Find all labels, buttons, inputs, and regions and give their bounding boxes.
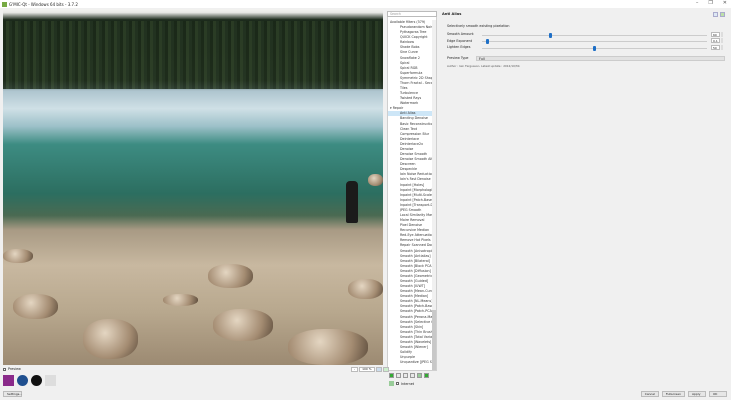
preview-checkbox[interactable] bbox=[3, 367, 6, 371]
app-icon bbox=[2, 1, 7, 7]
param-row: Smooth Amount 60 bbox=[447, 31, 723, 38]
filter-search-input[interactable]: Search bbox=[387, 11, 437, 17]
param-value-input[interactable]: 0.1 bbox=[711, 38, 720, 44]
rock bbox=[3, 249, 33, 263]
rename-icon[interactable] bbox=[396, 373, 401, 378]
reset-icon[interactable] bbox=[713, 12, 718, 17]
ensicaen-logo bbox=[45, 375, 56, 386]
preview-image[interactable] bbox=[3, 9, 383, 365]
internet-checkbox[interactable] bbox=[396, 382, 399, 385]
visibility-icon[interactable] bbox=[410, 373, 415, 378]
rock bbox=[368, 174, 383, 186]
zoom-value[interactable]: 100 % bbox=[359, 367, 375, 372]
param-label: Smooth Amount bbox=[447, 32, 474, 36]
param-label: Edge Exponent bbox=[447, 38, 472, 43]
remove-icon[interactable] bbox=[403, 373, 408, 378]
author-info: Author : Iain Fergusson. Latest update :… bbox=[447, 64, 521, 68]
param-label: Lighten Edges bbox=[447, 45, 471, 50]
param-row: Lighten Edges 50 bbox=[447, 44, 723, 51]
zoom-fit-button[interactable] bbox=[382, 367, 389, 372]
zoom-controls: - 100 % bbox=[351, 367, 389, 372]
filter-icon[interactable] bbox=[424, 373, 429, 378]
rock bbox=[213, 309, 273, 341]
slider-handle[interactable] bbox=[593, 45, 596, 51]
title-bar: G'MIC-Qt - Windows 64 bits - 3.7.2 – ❐ ✕ bbox=[0, 0, 731, 8]
preview-type-label: Preview Type bbox=[447, 56, 469, 60]
param-value-input[interactable]: 60 bbox=[711, 31, 720, 37]
person bbox=[346, 181, 358, 223]
slider-handle[interactable] bbox=[548, 32, 552, 38]
spinner[interactable] bbox=[721, 31, 723, 37]
rock bbox=[348, 279, 383, 299]
internet-toggle[interactable]: Internet bbox=[389, 381, 414, 386]
param-slider[interactable] bbox=[482, 32, 707, 38]
cancel-button[interactable]: Cancel bbox=[640, 391, 659, 397]
favorite-icon[interactable] bbox=[720, 12, 725, 17]
zoom-in-button[interactable] bbox=[375, 367, 382, 372]
filter-tree[interactable]: Available filters (579) Pseudorandom Nois… bbox=[387, 11, 437, 371]
rock bbox=[13, 294, 58, 319]
expand-icon[interactable] bbox=[417, 373, 422, 378]
forest bbox=[3, 21, 383, 89]
add-fave-icon[interactable] bbox=[389, 373, 394, 378]
zoom-out-button[interactable]: - bbox=[351, 367, 359, 372]
scrollbar[interactable] bbox=[432, 20, 436, 370]
greyc-logo bbox=[3, 375, 14, 386]
fullscreen-button[interactable]: Fullscreen bbox=[661, 391, 685, 397]
rock bbox=[163, 294, 198, 306]
filter-title: Anti Alias bbox=[442, 12, 462, 16]
dialog-buttons: Cancel Fullscreen Apply OK bbox=[640, 391, 727, 397]
internet-label: Internet bbox=[401, 381, 415, 386]
apply-button[interactable]: Apply bbox=[688, 391, 706, 397]
preview-toggle[interactable]: Preview bbox=[3, 367, 21, 371]
preview-type-select[interactable]: Full bbox=[476, 55, 725, 61]
param-slider[interactable] bbox=[482, 39, 707, 45]
rock bbox=[288, 329, 368, 365]
spinner[interactable] bbox=[721, 38, 723, 44]
param-slider[interactable] bbox=[482, 45, 707, 51]
slider-handle[interactable] bbox=[486, 39, 490, 45]
minimize-button[interactable]: – bbox=[696, 0, 699, 6]
rock bbox=[83, 319, 138, 359]
rock bbox=[208, 264, 253, 288]
param-row: Edge Exponent 0.1 bbox=[447, 38, 723, 45]
filter-parameters-panel: Anti Alias Selectively smooth existing p… bbox=[441, 9, 728, 379]
gmic-logo bbox=[31, 375, 42, 386]
ok-button[interactable]: OK bbox=[709, 391, 727, 397]
close-button[interactable]: ✕ bbox=[723, 0, 727, 6]
preview-label: Preview bbox=[8, 367, 21, 371]
cnrs-logo bbox=[17, 375, 28, 386]
spinner[interactable] bbox=[721, 44, 723, 50]
logos bbox=[3, 375, 56, 386]
window-title: G'MIC-Qt - Windows 64 bits - 3.7.2 bbox=[9, 1, 78, 7]
param-value-input[interactable]: 50 bbox=[711, 44, 720, 50]
scrollbar-thumb[interactable] bbox=[432, 310, 436, 370]
maximize-button[interactable]: ❐ bbox=[708, 0, 712, 6]
preview-type-row: Preview Type Full bbox=[447, 55, 725, 62]
filter-item[interactable]: Unquantize [JPEG Smoot bbox=[388, 360, 434, 365]
refresh-icon[interactable] bbox=[389, 381, 394, 386]
filter-toolbar bbox=[389, 373, 429, 378]
settings-button[interactable]: Settings... bbox=[3, 391, 22, 397]
filter-description: Selectively smooth existing pixelation bbox=[447, 24, 510, 28]
